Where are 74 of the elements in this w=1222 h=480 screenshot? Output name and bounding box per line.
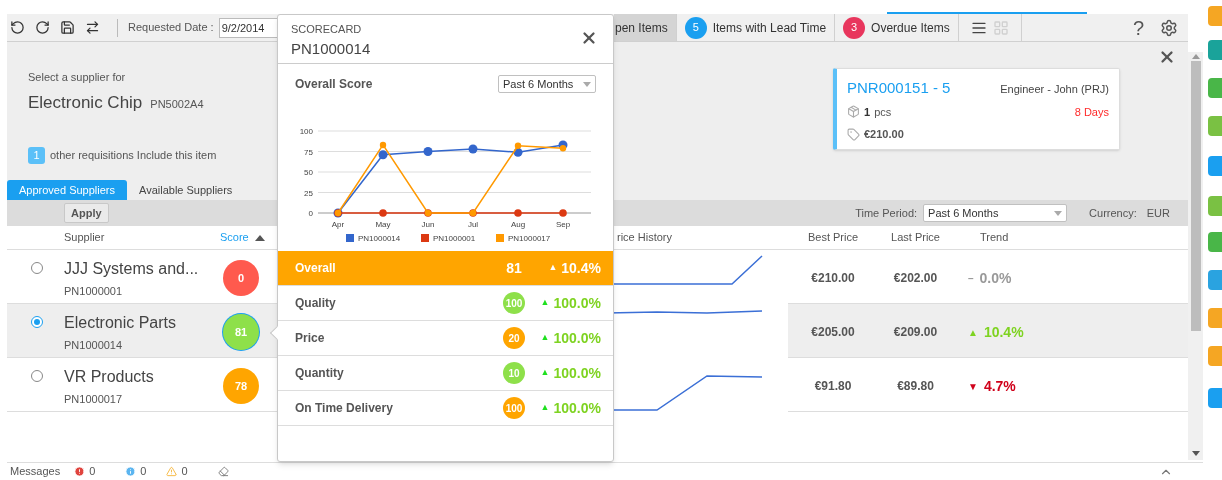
trend-arrow: ▲	[968, 325, 978, 340]
scorecard-heading: SCORECARD	[291, 22, 363, 37]
supplier-prompt: Select a supplier for	[28, 70, 126, 85]
x-tick-label: Apr	[331, 220, 345, 229]
score-badge: 81	[223, 314, 259, 350]
x-tick-label: Sep	[555, 220, 571, 229]
y-tick-label: 50	[304, 168, 314, 177]
last-price: €202.00	[892, 270, 939, 287]
item-code: PN5002A4	[150, 96, 204, 112]
x-tick-label: Jul	[467, 220, 479, 229]
supplier-name: JJJ Systems and...	[64, 258, 200, 279]
score-label: Price	[295, 330, 326, 347]
count-badge: 5	[684, 16, 707, 39]
supplier-code: PN1000014	[291, 38, 372, 59]
last-price: €209.00	[892, 324, 939, 341]
score-change: 100.0%	[553, 328, 601, 348]
warning-count: 0	[181, 464, 188, 480]
currency-value: EUR	[1146, 205, 1170, 221]
line-chart: 0 25 50 75 100 Apr May Jun Jul Aug Sep PN1000014 PN1000001 PN1000017	[286, 121, 606, 249]
legend-label: PN1000017	[508, 234, 551, 243]
score-badge: 100	[503, 292, 525, 314]
date-label: Requested Date :	[128, 20, 214, 36]
x-tick-label: May	[375, 220, 391, 229]
trend-arrow: ▼	[968, 379, 978, 394]
messages-label: Messages	[10, 464, 61, 480]
score-badge: 10	[503, 362, 525, 384]
best-price: €210.00	[810, 270, 856, 287]
score-change: 100.0%	[553, 363, 601, 383]
supplier-code: PN1000001	[64, 283, 124, 299]
score-label: Quantity	[295, 365, 345, 382]
due-days: 8 Days	[1074, 103, 1109, 120]
time-period-label: Time Period:	[855, 205, 918, 221]
count-badge: 1	[28, 147, 45, 164]
unit: pcs	[874, 104, 892, 120]
currency-label: Currency:	[1089, 205, 1137, 221]
supplier-name: VR Products	[64, 366, 155, 387]
score-change: 10.4%	[561, 258, 601, 278]
change-arrow: ▲	[540, 401, 550, 415]
supplier-name: Electronic Parts	[64, 312, 178, 333]
trend-value: 10.4%	[983, 322, 1024, 342]
y-tick-label: 75	[304, 147, 314, 157]
score-badge: 100	[503, 397, 525, 419]
requisitions-note: other requisitions Include this item	[50, 148, 217, 164]
trend-value: 4.7%	[983, 376, 1016, 396]
trend-value: 0.0%	[979, 268, 1012, 288]
score-badge: 78	[223, 368, 259, 404]
change-arrow: ▲	[540, 366, 550, 380]
x-tick-label: Jun	[421, 220, 435, 229]
change-arrow: ▲	[540, 331, 550, 345]
legend-label: PN1000001	[433, 234, 476, 243]
count-badge: 3	[843, 16, 866, 39]
best-price: €205.00	[810, 324, 856, 341]
last-price: €89.80	[896, 378, 935, 395]
score-value: 81	[505, 258, 523, 278]
chart-title: Overall Score	[295, 76, 373, 93]
y-tick-label: 0	[308, 209, 314, 218]
x-tick-label: Aug	[510, 220, 526, 229]
price: €210.00	[864, 127, 904, 142]
supplier-code: PN1000017	[64, 391, 124, 407]
requester-name: Engineer - John (PRJ)	[1000, 82, 1109, 97]
quantity: 1	[864, 104, 871, 120]
score-label: Overall	[295, 260, 337, 277]
supplier-code: PN1000014	[64, 337, 124, 353]
score-badge: 0	[223, 260, 259, 296]
change-arrow: ▲	[548, 261, 558, 275]
info-count: 0	[140, 464, 147, 480]
item-name: Electronic Chip	[28, 91, 143, 114]
score-badge: 20	[503, 327, 525, 349]
best-price: €91.80	[813, 378, 853, 395]
y-tick-label: 25	[304, 188, 314, 198]
y-tick-label: 100	[299, 127, 314, 136]
trend-arrow: –	[968, 271, 974, 286]
error-count: 0	[89, 464, 96, 480]
legend-label: PN1000014	[358, 234, 401, 243]
